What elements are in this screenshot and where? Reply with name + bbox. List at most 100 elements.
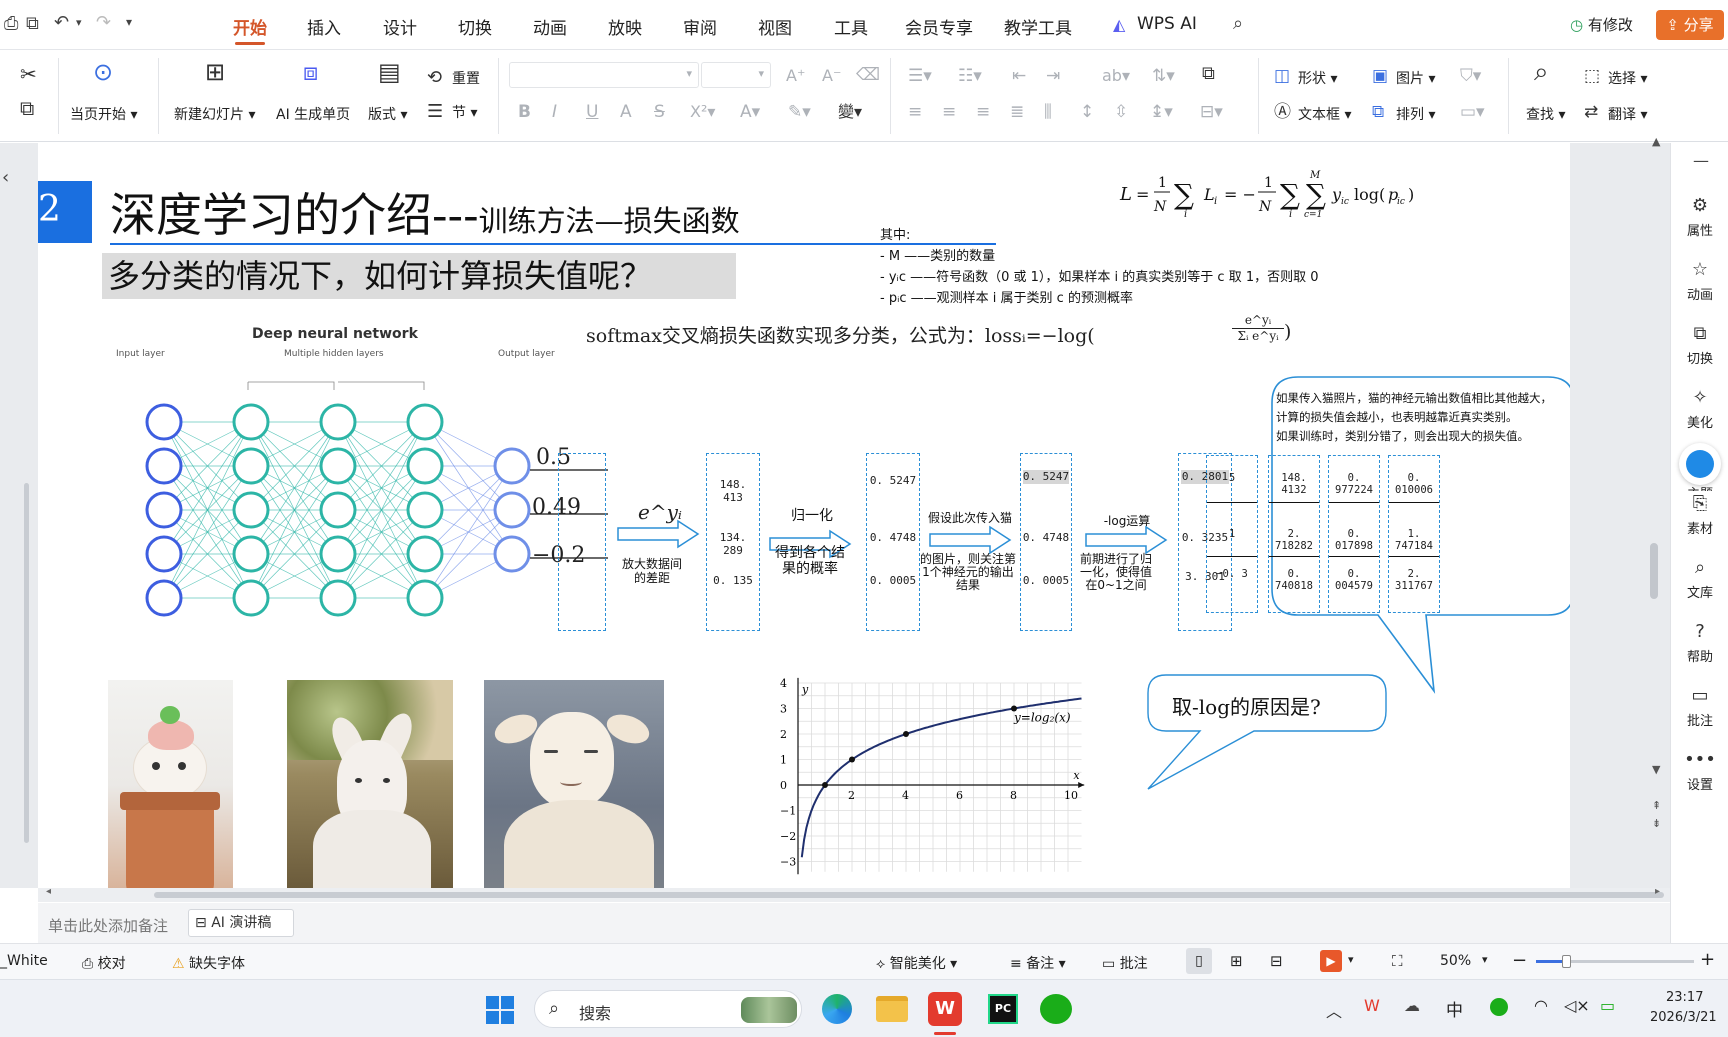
play-dropdown-icon[interactable]: ▾ xyxy=(1348,953,1354,966)
shadow-icon[interactable]: A xyxy=(620,102,632,122)
clock-time[interactable]: 23:17 xyxy=(1666,990,1703,1005)
wps-icon[interactable]: W xyxy=(928,992,962,1026)
sidebar-item-comment[interactable]: ▭ 批注 xyxy=(1671,685,1728,729)
reset-button[interactable]: 重置 xyxy=(452,68,480,88)
justify-icon[interactable]: ≣ xyxy=(1010,102,1024,122)
sidebar-item-transition[interactable]: ⧉ 切换 xyxy=(1671,323,1728,367)
tab-review[interactable]: 审阅 xyxy=(683,14,717,39)
tab-animation[interactable]: 动画 xyxy=(533,14,567,39)
underline-icon[interactable]: U xyxy=(586,102,598,122)
next-slide-icon[interactable]: ⇟ xyxy=(1652,817,1661,830)
align-left-icon[interactable]: ≡ xyxy=(908,102,922,122)
align-center-icon[interactable]: ≡ xyxy=(942,102,956,122)
play-slideshow-icon[interactable]: ▶ xyxy=(1320,950,1342,972)
bullets-icon[interactable]: ☰▾ xyxy=(908,66,932,86)
smart-beautify-button[interactable]: ⟡ 智能美化 ▾ xyxy=(876,953,957,973)
search-icon[interactable]: ⌕ xyxy=(1233,13,1243,34)
modify-status[interactable]: ◷ 有修改 xyxy=(1570,14,1633,35)
left-scrollbar[interactable] xyxy=(24,483,29,843)
hscroll-track[interactable]: ◂ ▸ xyxy=(38,886,1670,902)
tray-cloud-icon[interactable]: ☁ xyxy=(1404,996,1420,1015)
scroll-up-icon[interactable]: ▲ xyxy=(1652,135,1660,148)
spacing-dropdown-icon[interactable]: ↨▾ xyxy=(1150,102,1173,122)
indent-icon[interactable]: ⇥ xyxy=(1046,66,1060,86)
tab-member[interactable]: 会员专享 xyxy=(905,14,973,39)
tab-wps-ai[interactable]: WPS AI xyxy=(1137,14,1197,34)
edge-icon[interactable] xyxy=(822,994,852,1024)
tab-design[interactable]: 设计 xyxy=(383,14,417,39)
pycharm-icon[interactable]: PC xyxy=(988,994,1018,1024)
scroll-right-icon[interactable]: ▸ xyxy=(1655,886,1660,897)
superscript-icon[interactable]: X²▾ xyxy=(690,102,715,122)
outline-icon[interactable]: ▭▾ xyxy=(1460,102,1485,122)
picture-button[interactable]: 图片 ▾ xyxy=(1396,68,1435,88)
tray-app-icon[interactable] xyxy=(1490,998,1508,1016)
save-icon[interactable]: ⎙ xyxy=(4,13,18,34)
phonetic-icon[interactable]: 變▾ xyxy=(838,102,862,122)
copy-icon[interactable]: ⧉ xyxy=(20,98,34,118)
sidebar-item-properties[interactable]: ⚙ 属性 xyxy=(1671,195,1728,239)
zoom-dropdown-icon[interactable]: ▾ xyxy=(1482,953,1488,966)
wifi-icon[interactable]: ◠ xyxy=(1534,996,1548,1015)
numbering-icon[interactable]: ☷▾ xyxy=(958,66,982,86)
quick-access-dropdown-icon[interactable]: ▾ xyxy=(126,15,132,29)
sidebar-item-library[interactable]: ⌕ 文库 xyxy=(1671,557,1728,601)
find-button[interactable]: 查找 ▾ xyxy=(1526,104,1565,124)
volume-muted-icon[interactable]: ◁× xyxy=(1564,996,1590,1015)
outdent-icon[interactable]: ⇤ xyxy=(1012,66,1026,86)
tab-insert[interactable]: 插入 xyxy=(307,14,341,39)
columns-icon[interactable]: ⫼ xyxy=(1044,102,1052,122)
tray-expand-icon[interactable]: ︿ xyxy=(1326,998,1342,1022)
sidebar-item-settings[interactable]: ••• 设置 xyxy=(1671,749,1728,793)
font-family-select[interactable]: ▾ xyxy=(509,62,699,88)
sidebar-item-theme[interactable] xyxy=(1679,443,1721,485)
ime-indicator[interactable]: 中 xyxy=(1446,996,1463,1021)
prev-slide-icon[interactable]: ⇞ xyxy=(1652,799,1661,812)
tab-view[interactable]: 视图 xyxy=(758,14,792,39)
section-button[interactable]: 节 ▾ xyxy=(452,102,477,122)
comment-toggle-button[interactable]: ▭ 批注 xyxy=(1102,953,1148,973)
ai-generate-page-button[interactable]: AI 生成单页 xyxy=(276,104,350,124)
windows-start-icon[interactable] xyxy=(486,996,514,1024)
sidebar-item-materials[interactable]: ⎘ 素材 xyxy=(1671,493,1728,537)
sidebar-item-animation[interactable]: ☆ 动画 xyxy=(1671,259,1728,303)
proofread-button[interactable]: ⎙ 校对 xyxy=(82,953,126,973)
shape-button[interactable]: 形状 ▾ xyxy=(1298,68,1337,88)
add-note-placeholder[interactable]: 单击此处添加备注 xyxy=(48,915,168,936)
wechat-icon[interactable] xyxy=(1040,994,1072,1024)
sorter-view-icon[interactable]: ⊞ xyxy=(1230,952,1243,970)
text-align-icon[interactable]: ⊟▾ xyxy=(1200,102,1223,122)
convert-icon[interactable]: ⧉ xyxy=(1202,64,1215,84)
font-size-select[interactable]: ▾ xyxy=(701,62,771,88)
reading-view-icon[interactable]: ⊟ xyxy=(1270,952,1283,970)
hscroll-thumb[interactable] xyxy=(154,892,1664,898)
tab-teaching-tools[interactable]: 教学工具 xyxy=(1004,14,1072,39)
taskbar-search[interactable]: ⌕ 搜索 xyxy=(534,990,802,1028)
zoom-slider[interactable] xyxy=(1536,955,1694,968)
layout-button[interactable]: 版式 ▾ xyxy=(368,104,407,124)
font-grow-icon[interactable]: A⁺ xyxy=(786,66,805,86)
redo-icon[interactable]: ↷ xyxy=(96,12,111,33)
arrange-button[interactable]: 排列 ▾ xyxy=(1396,104,1435,124)
missing-font-button[interactable]: ⚠ 缺失字体 xyxy=(172,953,245,973)
line-spacing-icon[interactable]: ↕ xyxy=(1080,102,1094,122)
slide-canvas[interactable]: 2 深度学习的介绍---训练方法—损失函数 L = 1 N ∑ i Li = −… xyxy=(38,143,1570,888)
undo-icon[interactable]: ↶ xyxy=(54,12,69,33)
undo-dropdown-icon[interactable]: ▾ xyxy=(76,16,82,29)
para-spacing-icon[interactable]: ⇳ xyxy=(1114,102,1128,122)
zoom-out-icon[interactable]: − xyxy=(1512,950,1527,971)
clear-format-icon[interactable]: ⌫ xyxy=(856,65,880,85)
zoom-level[interactable]: 50% xyxy=(1440,953,1471,969)
text-spacing-icon[interactable]: ab▾ xyxy=(1102,66,1130,86)
text-direction-icon[interactable]: ⇅▾ xyxy=(1152,66,1175,86)
textbox-button[interactable]: 文本框 ▾ xyxy=(1298,104,1351,124)
italic-icon[interactable]: I xyxy=(552,102,557,122)
share-button[interactable]: ⇪ 分享 xyxy=(1656,10,1724,40)
zoom-in-icon[interactable]: + xyxy=(1700,949,1715,970)
sidebar-item-beautify[interactable]: ✧ 美化 xyxy=(1671,387,1728,431)
play-from-current-button[interactable]: 当页开始 ▾ xyxy=(70,104,137,124)
font-color-icon[interactable]: A▾ xyxy=(740,102,760,122)
highlight-icon[interactable]: ✎▾ xyxy=(788,102,811,122)
print-preview-icon[interactable]: ⧉ xyxy=(26,13,39,34)
zoom-slider-thumb[interactable] xyxy=(1562,955,1571,968)
